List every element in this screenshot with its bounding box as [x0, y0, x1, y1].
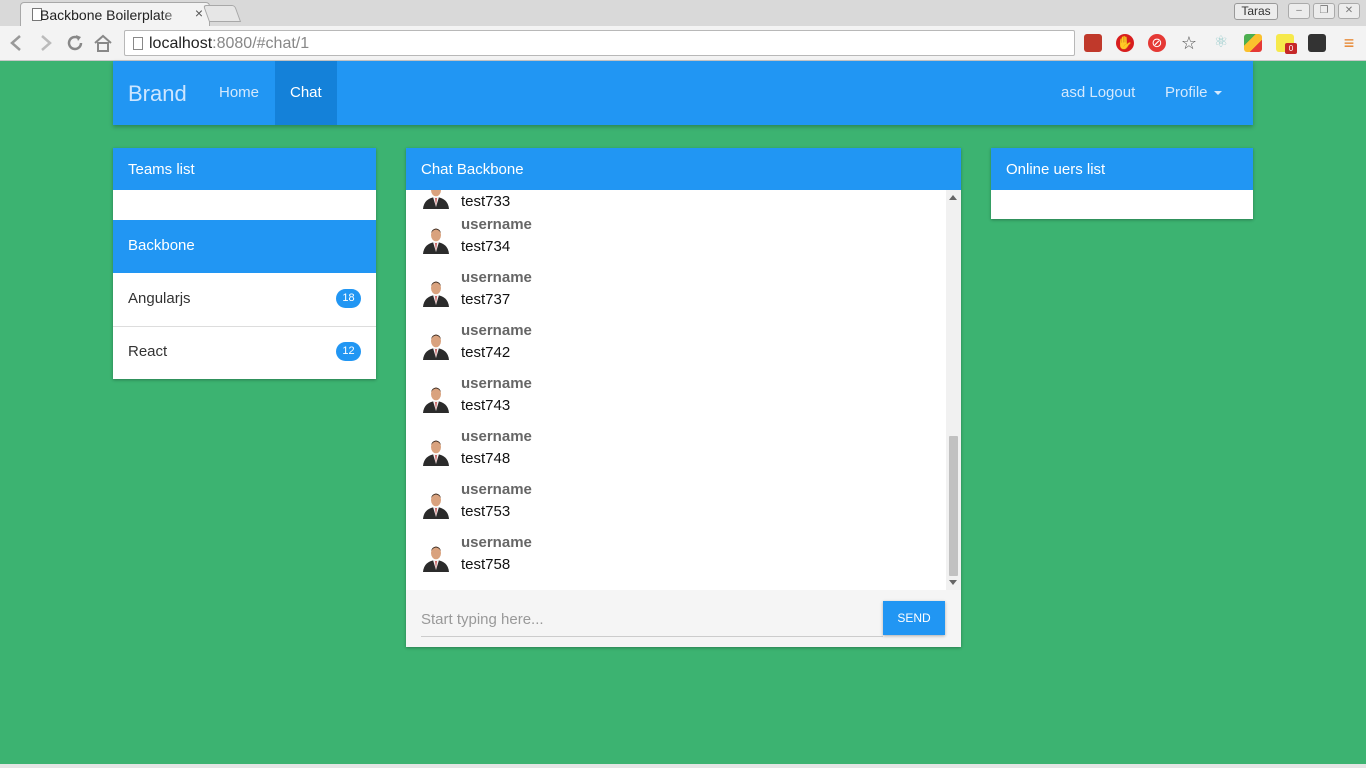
tampermonkey-icon[interactable] [1308, 34, 1326, 52]
chat-panel: Chat Backbone test733 username test734 u… [406, 148, 961, 647]
send-button[interactable]: SEND [883, 601, 945, 635]
online-users-title: Online uers list [991, 148, 1253, 190]
message-input[interactable] [421, 603, 883, 637]
stop-icon[interactable]: ⊘ [1148, 34, 1166, 52]
drive-icon[interactable] [1244, 34, 1262, 52]
message-list[interactable]: test733 username test734 username test73… [406, 190, 961, 590]
browser-toolbar: localhost:8080/#chat/1 ✋ ⊘ ☆ ⚛ 0 ≡ [0, 26, 1366, 61]
address-bar[interactable]: localhost:8080/#chat/1 [124, 30, 1075, 56]
team-item-react[interactable]: React 12 [113, 326, 376, 379]
avatar [421, 436, 451, 466]
profile-button[interactable]: Taras [1234, 3, 1278, 20]
browser-tabstrip: Backbone Boilerplate × Taras – ❐ ✕ [0, 0, 1366, 26]
nav-chat[interactable]: Chat [275, 61, 337, 125]
avatar [421, 330, 451, 360]
message-text: test758 [461, 556, 511, 573]
avatar [421, 277, 451, 307]
book-icon[interactable] [1084, 34, 1102, 52]
profile-dropdown[interactable]: Profile [1150, 61, 1237, 125]
teams-panel-title: Teams list [113, 148, 376, 190]
message-item: username test737 [421, 269, 941, 322]
message-username: username [461, 481, 532, 498]
message-list-scrollbar[interactable] [946, 190, 961, 590]
unread-badge: 18 [336, 289, 361, 308]
avatar [421, 383, 451, 413]
avatar [421, 489, 451, 519]
scroll-up-icon[interactable] [949, 195, 957, 200]
back-icon[interactable] [6, 32, 28, 54]
message-username: username [461, 269, 532, 286]
caret-down-icon [1213, 91, 1222, 96]
star-icon[interactable]: ☆ [1180, 34, 1198, 52]
tab-title: Backbone Boilerplate [40, 7, 173, 23]
browser-tab[interactable]: Backbone Boilerplate × [20, 2, 210, 26]
message-text: test742 [461, 344, 511, 361]
reload-icon[interactable] [64, 32, 86, 54]
menu-icon[interactable]: ≡ [1340, 34, 1358, 52]
avatar [421, 542, 451, 572]
message-item: username test734 [421, 216, 941, 269]
team-item-backbone[interactable]: Backbone [113, 220, 376, 273]
maximize-button[interactable]: ❐ [1313, 3, 1335, 19]
home-icon[interactable] [92, 32, 114, 54]
message-item: username test743 [421, 375, 941, 428]
unread-badge: 12 [336, 342, 361, 361]
top-navbar: Brand Home Chat asd Logout Profile [113, 61, 1253, 125]
logout-link[interactable]: asd Logout [1046, 61, 1150, 125]
close-window-button[interactable]: ✕ [1338, 3, 1360, 19]
chat-compose-bar: SEND [406, 590, 961, 647]
scrollbar-thumb[interactable] [949, 436, 958, 576]
message-text: test753 [461, 503, 511, 520]
message-item: username test742 [421, 322, 941, 375]
nav-home[interactable]: Home [204, 61, 274, 125]
avatar [421, 224, 451, 254]
forward-icon[interactable] [34, 32, 56, 54]
chat-panel-title: Chat Backbone [406, 148, 961, 190]
message-username: username [461, 534, 532, 551]
message-text: test737 [461, 291, 511, 308]
team-item-angularjs[interactable]: Angularjs 18 [113, 273, 376, 326]
message-item: username test748 [421, 428, 941, 481]
sticky-notes-icon[interactable]: 0 [1276, 34, 1297, 54]
online-users-panel: Online uers list [991, 148, 1253, 219]
message-text: test733 [461, 193, 511, 210]
url-text: localhost:8080/#chat/1 [149, 35, 310, 52]
brand-logo[interactable]: Brand [128, 81, 187, 107]
message-text: test743 [461, 397, 511, 414]
message-username: username [461, 216, 532, 233]
minimize-button[interactable]: – [1288, 3, 1310, 19]
react-devtools-icon[interactable]: ⚛ [1212, 34, 1230, 52]
message-item: username test753 [421, 481, 941, 534]
adblock-icon[interactable]: ✋ [1116, 34, 1134, 52]
message-username: username [461, 322, 532, 339]
teams-panel: Teams list Backbone Angularjs 18 React 1… [113, 148, 376, 379]
tab-close-icon[interactable]: × [195, 5, 203, 21]
message-item: username test758 [421, 534, 941, 587]
scroll-down-icon[interactable] [949, 580, 957, 585]
avatar [421, 190, 451, 209]
page-icon [133, 37, 143, 50]
message-text: test748 [461, 450, 511, 467]
new-tab-button[interactable] [202, 5, 242, 22]
message-text: test734 [461, 238, 511, 255]
message-username: username [461, 375, 532, 392]
message-username: username [461, 428, 532, 445]
